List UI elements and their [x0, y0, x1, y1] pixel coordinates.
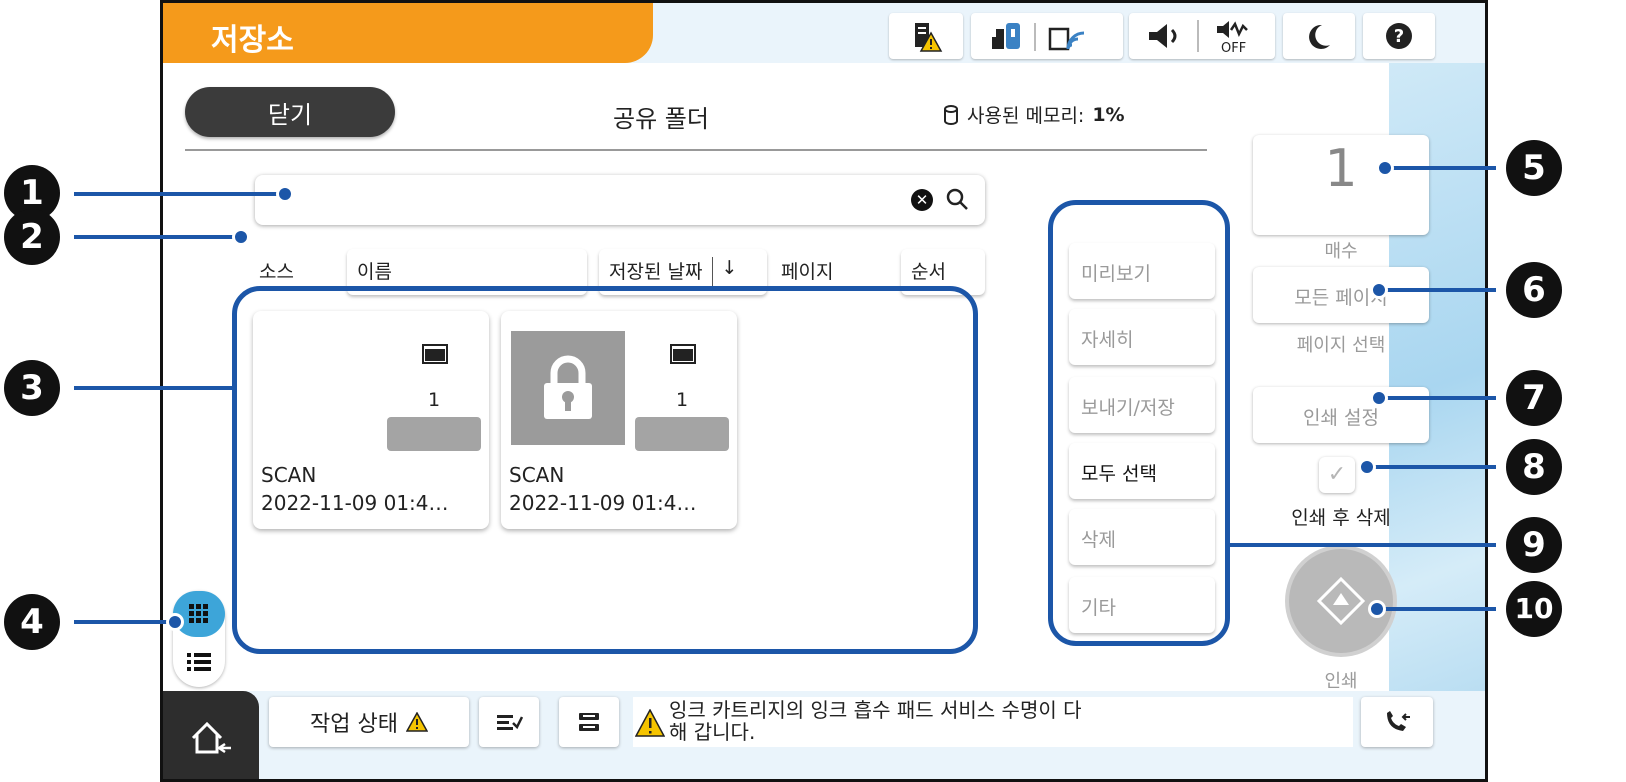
- callout-dot: [276, 185, 294, 203]
- callout-line: [74, 192, 284, 196]
- fax-button[interactable]: [1361, 697, 1433, 747]
- delete-after-print-checkbox[interactable]: ✓: [1319, 457, 1355, 493]
- callout-3: 3: [4, 360, 60, 416]
- callout-line: [1368, 465, 1496, 469]
- svg-text:?: ?: [1394, 26, 1404, 47]
- callout-4: 4: [4, 594, 60, 650]
- page-select-label: 페이지 선택: [1296, 335, 1386, 356]
- bottom-bar: 작업 상태 잉크 카트리지의 잉크 흡수 패드 서비스 수명이 다 해 갑니다.: [163, 691, 1485, 779]
- callout-line: [1386, 166, 1496, 170]
- storage-button[interactable]: [559, 697, 619, 747]
- grid-icon: [189, 604, 208, 623]
- menu-highlight: [1048, 200, 1230, 646]
- callout-dot: [1368, 600, 1386, 618]
- svg-text:OFF: OFF: [1221, 41, 1246, 56]
- sleep-icon[interactable]: [1283, 13, 1355, 59]
- callout-line: [74, 620, 174, 624]
- sort-down-icon: ↓: [712, 257, 737, 287]
- grid-view-button[interactable]: [173, 591, 225, 637]
- callout-dot: [1370, 389, 1388, 407]
- folder-title: 공유 폴더: [613, 105, 709, 133]
- print-label: 인쇄: [1324, 671, 1358, 692]
- callout-dot: [1370, 281, 1388, 299]
- database-icon: [944, 104, 958, 125]
- job-status-label: 작업 상태: [310, 712, 398, 737]
- ink-wifi-icon: [992, 23, 1085, 51]
- callout-dot: [166, 613, 184, 631]
- page-title-header: 저장소: [211, 23, 294, 58]
- memory-label: 사용된 메모리:: [967, 105, 1085, 127]
- start-icon: [1316, 576, 1366, 626]
- status-message[interactable]: 잉크 카트리지의 잉크 흡수 패드 서비스 수명이 다 해 갑니다.: [633, 697, 1353, 747]
- title-tab: 저장소: [163, 3, 653, 63]
- copies-label: 매수: [1324, 241, 1358, 262]
- sort-date-label: 저장된 날짜: [609, 261, 703, 283]
- callout-line: [74, 235, 242, 239]
- callout-dot: [232, 228, 250, 246]
- top-bar: 저장소 OFF ?: [163, 3, 1485, 63]
- home-icon: [191, 721, 231, 754]
- clear-icon[interactable]: ✕: [911, 189, 933, 211]
- status-line-2: 해 갑니다.: [669, 720, 756, 744]
- delete-after-print-label: 인쇄 후 삭제: [1291, 507, 1391, 529]
- help-icon[interactable]: ?: [1363, 13, 1435, 59]
- printer-warning-icon[interactable]: [889, 13, 963, 59]
- callout-dot: [1358, 458, 1376, 476]
- home-button[interactable]: [163, 691, 259, 779]
- divider: [185, 149, 1207, 151]
- figure: 저장소 OFF ? 닫기 공유 폴더 사용된 메모리: 1% ✕ 소스 이름 저…: [0, 0, 1626, 782]
- memory-value: 1%: [1092, 103, 1125, 126]
- close-button[interactable]: 닫기: [185, 87, 395, 137]
- callout-line: [74, 386, 236, 390]
- view-toggle: [173, 591, 225, 687]
- status-icons-group[interactable]: [971, 13, 1123, 59]
- callout-dot: [1376, 159, 1394, 177]
- callout-9: 9: [1506, 517, 1562, 573]
- callout-10: 10: [1506, 581, 1562, 637]
- search-icon[interactable]: [945, 187, 971, 213]
- fax-icon: [1387, 711, 1410, 731]
- storage-icon: [579, 713, 599, 731]
- memory-usage: 사용된 메모리: 1%: [943, 101, 1125, 128]
- page-select-button[interactable]: 모든 페이지: [1253, 267, 1429, 323]
- job-status-button[interactable]: 작업 상태: [269, 697, 469, 747]
- list-view-button[interactable]: [173, 639, 225, 685]
- warning-icon: [635, 709, 665, 737]
- file-list-highlight: [232, 286, 978, 654]
- job-transfer-icon: [497, 715, 523, 730]
- list-icon: [187, 653, 211, 671]
- job-transfer-button[interactable]: [479, 697, 539, 747]
- volume-quiet-group[interactable]: OFF: [1129, 13, 1275, 59]
- warning-icon: [405, 712, 428, 732]
- callout-line: [1380, 396, 1496, 400]
- search-input[interactable]: ✕: [255, 175, 985, 225]
- callout-2: 2: [4, 209, 60, 265]
- callout-5: 5: [1506, 140, 1562, 196]
- callout-line: [1380, 288, 1496, 292]
- copies-input[interactable]: 1: [1253, 135, 1429, 235]
- status-line-1: 잉크 카트리지의 잉크 흡수 패드 서비스 수명이 다: [669, 698, 1082, 722]
- callout-8: 8: [1506, 439, 1562, 495]
- callout-line: [1228, 543, 1496, 547]
- callout-7: 7: [1506, 370, 1562, 426]
- callout-line: [1378, 607, 1496, 611]
- callout-6: 6: [1506, 262, 1562, 318]
